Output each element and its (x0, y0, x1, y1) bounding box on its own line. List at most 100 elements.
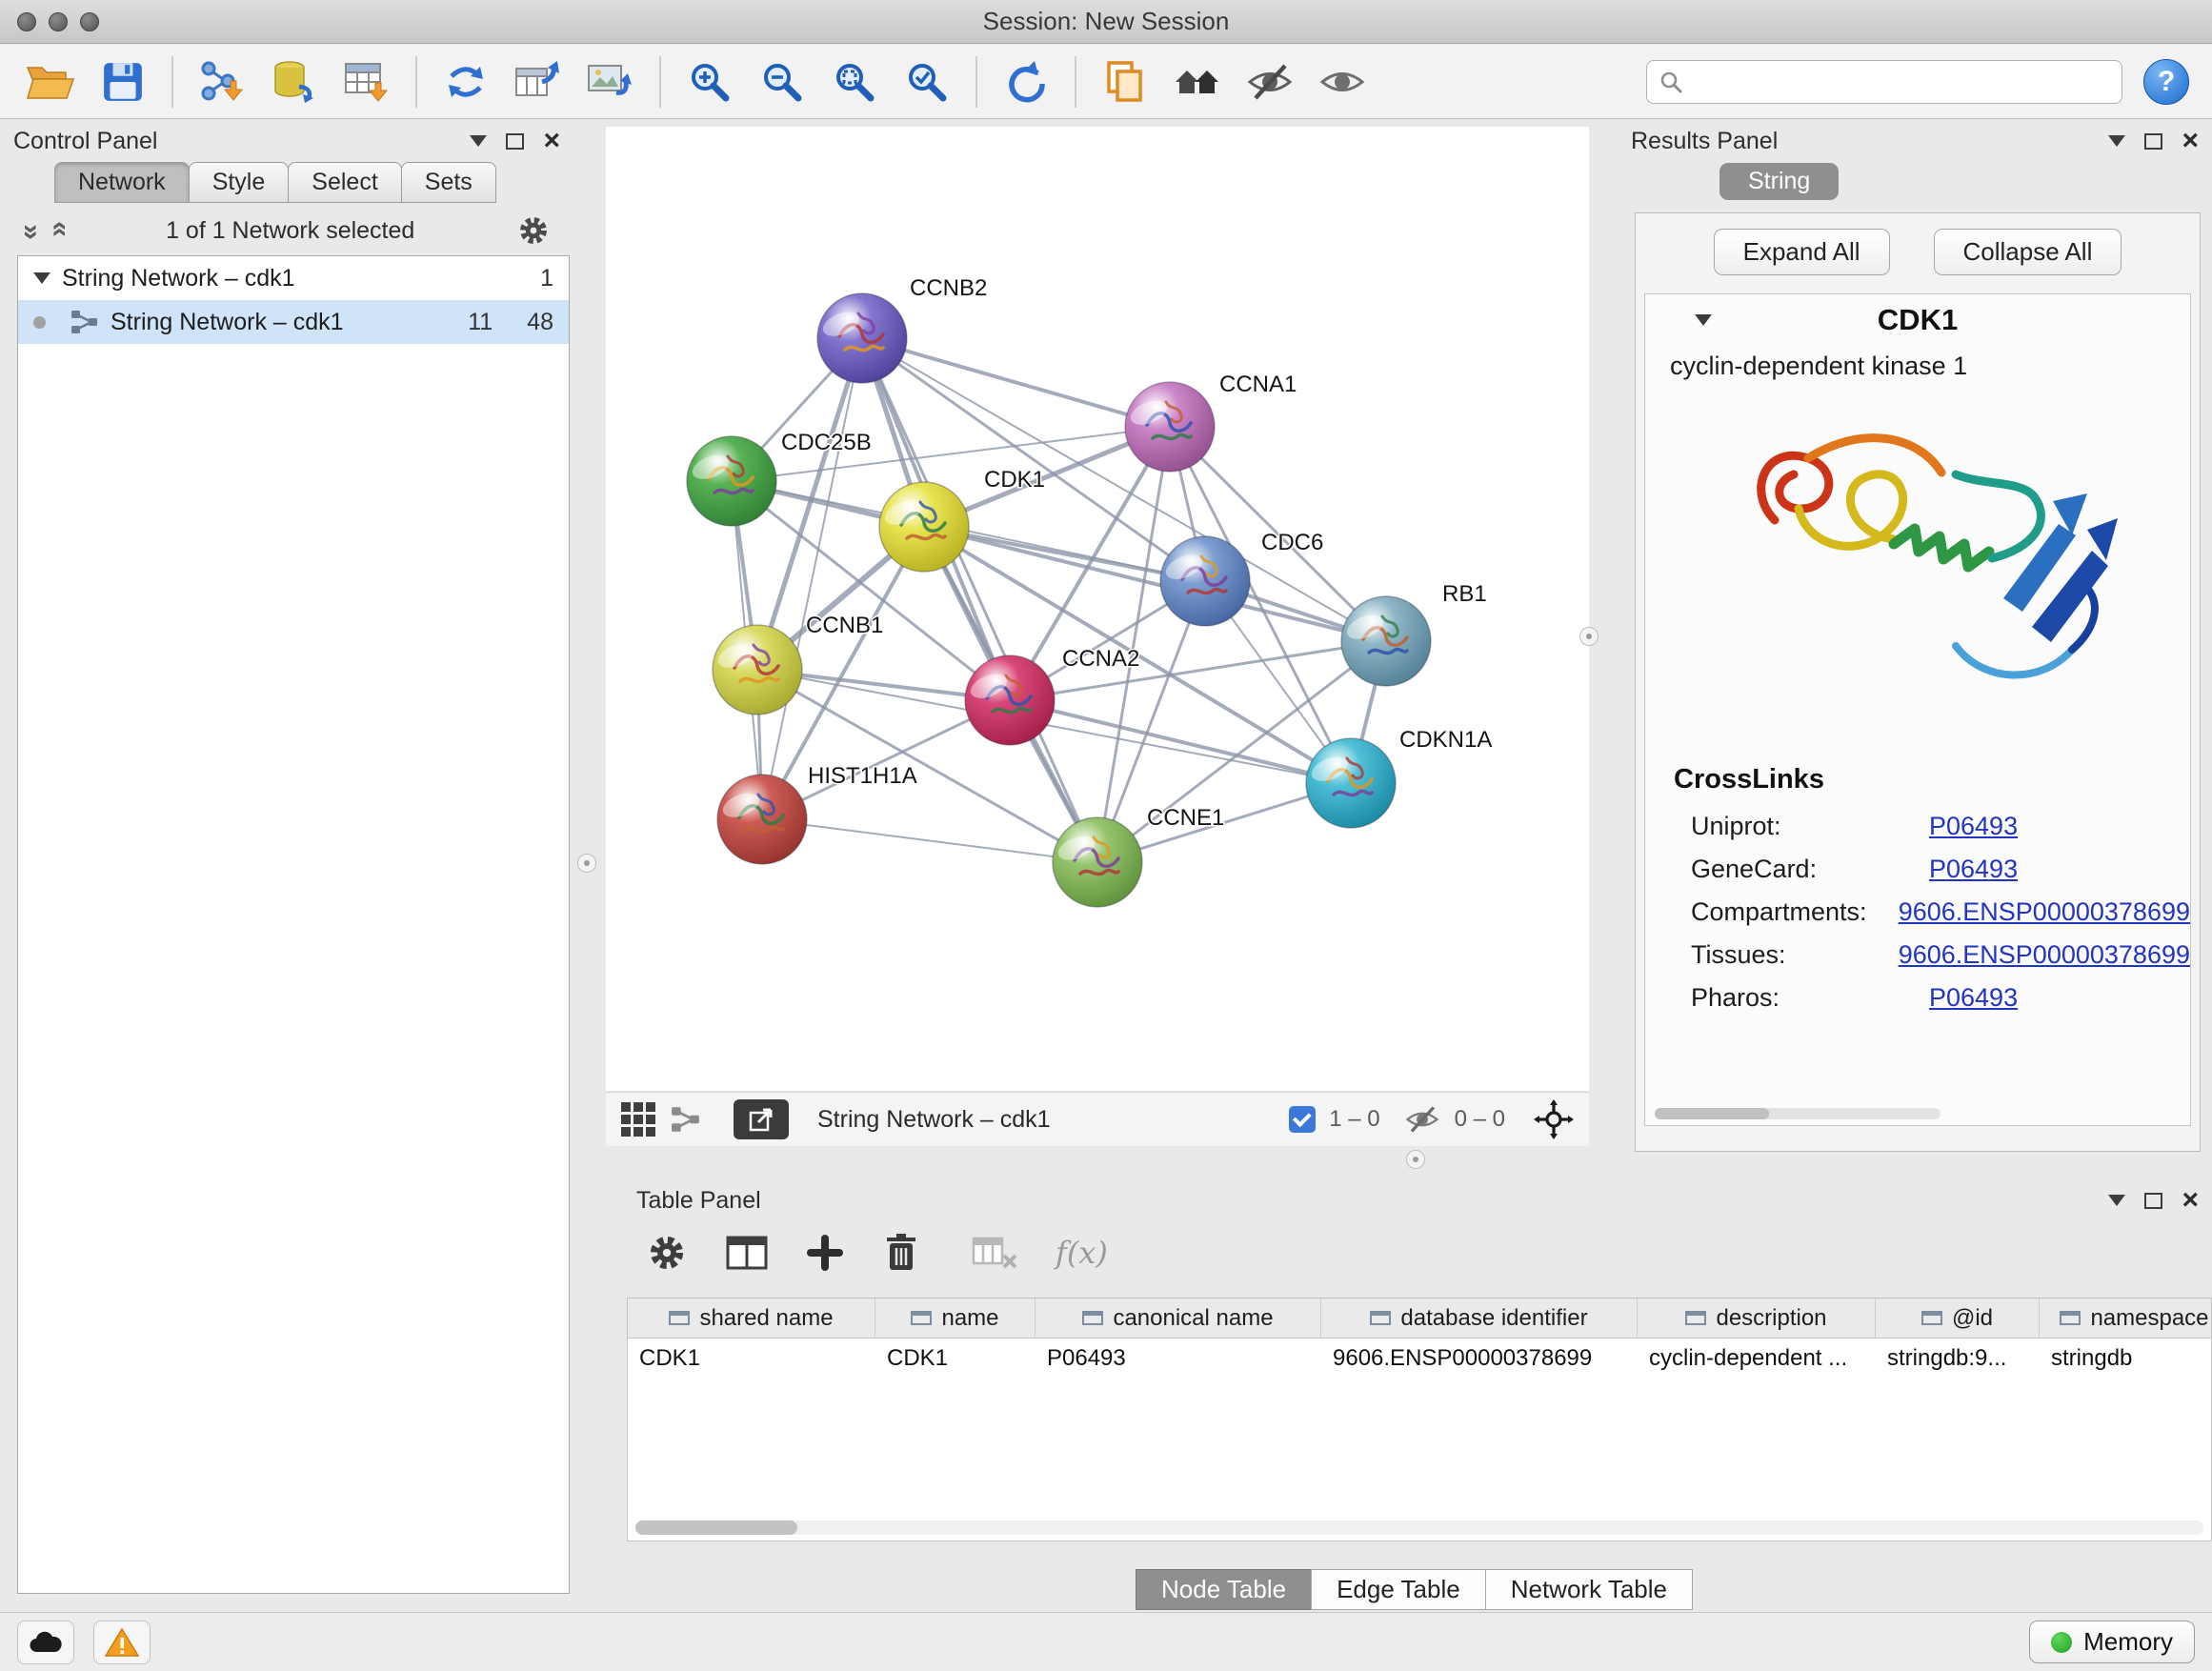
column-header-name[interactable]: name (875, 1299, 1036, 1338)
clear-table-icon-disabled (972, 1235, 1017, 1271)
show-columns-icon[interactable] (726, 1234, 768, 1272)
tab-network-table[interactable]: Network Table (1485, 1569, 1693, 1610)
import-network-from-file-button[interactable] (189, 52, 255, 111)
add-column-icon[interactable] (806, 1234, 844, 1272)
network-options-gear-icon[interactable] (516, 213, 551, 248)
show-all-button[interactable] (1309, 52, 1376, 111)
warnings-button[interactable] (93, 1621, 151, 1664)
network-row[interactable]: String Network – cdk1 11 48 (18, 300, 569, 344)
network-node-cdc6[interactable] (1160, 536, 1250, 626)
minimize-window-button[interactable] (49, 12, 68, 31)
bottom-splitter-handle[interactable] (1406, 1150, 1425, 1169)
network-node-ccna1[interactable] (1125, 382, 1215, 472)
crosslink-uniprot-link[interactable]: P06493 (1929, 812, 2018, 841)
grid-view-icon[interactable] (621, 1102, 655, 1137)
selected-nodes-checkbox[interactable] (1289, 1106, 1316, 1133)
results-string-tab[interactable]: String (1719, 163, 1839, 200)
tab-select[interactable]: Select (288, 162, 401, 203)
protein-section-header[interactable]: CDK1 (1645, 294, 2190, 346)
float-panel-icon[interactable] (506, 133, 524, 150)
right-splitter-handle[interactable] (1579, 627, 1599, 646)
double-arrow-icon (442, 60, 490, 104)
export-network-button[interactable] (734, 1099, 789, 1139)
crosslinks-title: CrossLinks (1645, 739, 2190, 805)
zoom-out-button[interactable] (749, 52, 815, 111)
network-node-cdkn1a[interactable] (1306, 738, 1396, 828)
column-header--id[interactable]: @id (1876, 1299, 2040, 1338)
column-header-description[interactable]: description (1638, 1299, 1876, 1338)
close-window-button[interactable] (17, 12, 36, 31)
results-horizontal-scrollbar[interactable] (1655, 1108, 1941, 1119)
network-node-cdk1[interactable] (879, 482, 969, 572)
import-table-from-file-button[interactable] (333, 52, 400, 111)
first-neighbors-button[interactable] (1164, 52, 1231, 111)
network-node-ccne1[interactable] (1053, 817, 1142, 907)
table-settings-gear-icon[interactable] (646, 1232, 688, 1274)
scrollbar-thumb[interactable] (635, 1520, 797, 1535)
crosslink-pharos-link[interactable]: P06493 (1929, 983, 2018, 1013)
network-node-ccna2[interactable] (965, 655, 1055, 745)
tab-edge-table[interactable]: Edge Table (1311, 1569, 1486, 1610)
crosslink-label: Uniprot: (1691, 812, 1929, 841)
expand-all-networks-icon[interactable]: » (44, 224, 72, 237)
pan-crosshair-icon[interactable] (1534, 1099, 1574, 1139)
import-table-icon (343, 58, 391, 106)
tab-style[interactable]: Style (189, 162, 290, 203)
save-session-button[interactable] (90, 52, 156, 111)
refresh-layout-button[interactable] (993, 52, 1059, 111)
network-node-ccnb2[interactable] (817, 293, 907, 383)
delete-column-icon[interactable] (882, 1232, 920, 1274)
crosslink-genecard-link[interactable]: P06493 (1929, 855, 2018, 884)
collapse-all-button[interactable]: Collapse All (1934, 229, 2122, 275)
network-selection-summary: 1 of 1 Network selected (77, 217, 503, 245)
collapse-panel-icon[interactable] (470, 135, 487, 147)
crosslink-tissues-link[interactable]: 9606.ENSP00000378699 (1899, 940, 2190, 970)
main-toolbar: ? (0, 45, 2212, 119)
close-panel-icon[interactable]: × (543, 127, 560, 155)
column-header-shared-name[interactable]: shared name (628, 1299, 875, 1338)
network-node-ccnb1[interactable] (713, 625, 802, 715)
crosslink-compartments-link[interactable]: 9606.ENSP00000378699 (1899, 897, 2190, 927)
network-canvas[interactable]: CCNB2CCNA1CDC25BCDK1CDC6RB1CCNB1CCNA2CDK… (606, 127, 1589, 1091)
network-edge[interactable] (762, 338, 862, 819)
collection-expand-icon[interactable] (33, 272, 50, 284)
open-session-button[interactable] (17, 52, 84, 111)
zoom-window-button[interactable] (80, 12, 99, 31)
network-node-hist1h1a[interactable] (717, 775, 807, 864)
zoom-in-button[interactable] (676, 52, 743, 111)
export-image-button[interactable] (577, 52, 644, 111)
column-header-canonical-name[interactable]: canonical name (1036, 1299, 1321, 1338)
table-row[interactable]: CDK1CDK1P064939606.ENSP00000378699cyclin… (628, 1339, 2211, 1379)
import-network-from-database-button[interactable] (261, 52, 328, 111)
left-splitter-handle[interactable] (577, 854, 596, 873)
network-collection-row[interactable]: String Network – cdk1 1 (18, 256, 569, 300)
network-node-rb1[interactable] (1341, 596, 1431, 686)
network-edge[interactable] (862, 338, 1170, 427)
tab-network[interactable]: Network (54, 162, 190, 203)
network-arrows-button[interactable] (432, 52, 499, 111)
memory-button[interactable]: Memory (2029, 1621, 2195, 1663)
cloud-status-button[interactable] (17, 1621, 74, 1664)
column-header-database-identifier[interactable]: database identifier (1321, 1299, 1638, 1338)
zoom-selected-button[interactable] (894, 52, 960, 111)
birdseye-view-icon[interactable] (671, 1106, 701, 1133)
search-box[interactable] (1646, 60, 2122, 104)
table-cell: CDK1 (875, 1339, 1036, 1379)
node-label-hist1h1a: HIST1H1A (808, 763, 917, 789)
network-edge[interactable] (762, 819, 1097, 862)
copy-annotation-button[interactable] (1092, 52, 1158, 111)
node-label-cdc25b: CDC25B (781, 430, 872, 455)
tab-node-table[interactable]: Node Table (1136, 1569, 1312, 1610)
help-button[interactable]: ? (2143, 59, 2189, 105)
search-input[interactable] (1693, 69, 2110, 95)
hide-selected-button[interactable] (1237, 52, 1303, 111)
section-collapse-icon[interactable] (1695, 314, 1712, 326)
zoom-fit-button[interactable] (821, 52, 888, 111)
expand-all-button[interactable]: Expand All (1714, 229, 1890, 275)
zoom-fit-icon (832, 59, 877, 105)
column-header-namespace[interactable]: namespace (2040, 1299, 2212, 1338)
network-from-table-button[interactable] (505, 52, 572, 111)
tab-sets[interactable]: Sets (401, 162, 496, 203)
table-horizontal-scrollbar[interactable] (635, 1520, 2203, 1535)
network-node-cdc25b[interactable] (687, 436, 776, 526)
